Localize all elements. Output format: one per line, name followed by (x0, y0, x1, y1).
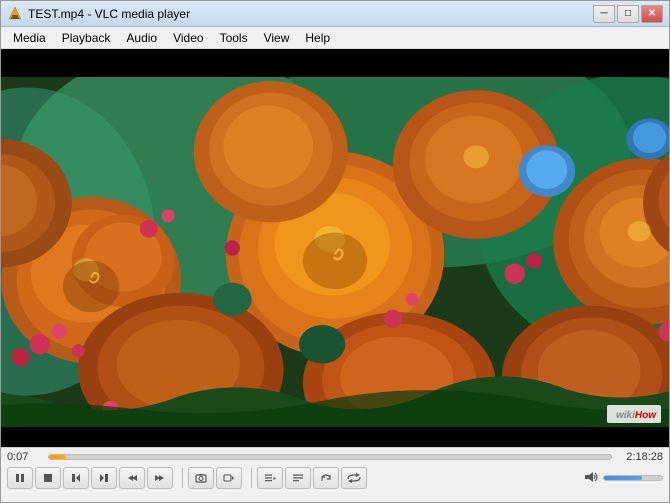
stop-button[interactable] (35, 467, 61, 489)
volume-icon[interactable] (584, 470, 600, 487)
progress-row: 0:07 2:18:28 (7, 451, 663, 463)
menu-bar: Media Playback Audio Video Tools View He… (1, 27, 669, 49)
transport-controls (7, 467, 173, 489)
pause-button[interactable] (7, 467, 33, 489)
window-title: TEST.mp4 - VLC media player (28, 7, 593, 21)
wikihow-text: wikiHow (616, 410, 656, 421)
separator-1 (182, 468, 183, 488)
menu-video[interactable]: Video (165, 29, 211, 47)
playlist-button[interactable] (257, 467, 283, 489)
snapshot-button[interactable] (188, 467, 214, 489)
window-controls: ─ □ ✕ (593, 5, 663, 23)
title-bar: TEST.mp4 - VLC media player ─ □ ✕ (1, 1, 669, 27)
menu-media[interactable]: Media (5, 29, 54, 47)
media-controls (188, 467, 242, 489)
extra-controls (257, 467, 367, 489)
video-area[interactable]: wikiHow (1, 49, 669, 447)
menu-playback[interactable]: Playback (54, 29, 119, 47)
loop-button[interactable] (341, 467, 367, 489)
progress-fill (49, 455, 66, 459)
total-time: 2:18:28 (618, 451, 663, 463)
separator-2 (251, 468, 252, 488)
vlc-window: TEST.mp4 - VLC media player ─ □ ✕ Media … (0, 0, 670, 503)
skip-back-button[interactable] (119, 467, 145, 489)
close-button[interactable]: ✕ (641, 5, 663, 23)
extended-button[interactable] (285, 467, 311, 489)
controls-bar: 0:07 2:18:28 (1, 447, 669, 502)
video-content (1, 49, 669, 447)
ab-repeat-button[interactable] (313, 467, 339, 489)
next-button[interactable] (91, 467, 117, 489)
skip-fwd-button[interactable] (147, 467, 173, 489)
buttons-row (7, 467, 663, 489)
volume-controls (584, 470, 663, 487)
video-frame (1, 49, 669, 447)
watermark: wikiHow (607, 405, 661, 423)
letterbox-bottom (1, 427, 669, 447)
record-button[interactable] (216, 467, 242, 489)
volume-bar[interactable] (603, 475, 663, 481)
minimize-button[interactable]: ─ (593, 5, 615, 23)
volume-fill (604, 476, 642, 480)
menu-tools[interactable]: Tools (212, 29, 256, 47)
restore-button[interactable]: □ (617, 5, 639, 23)
letterbox-top (1, 49, 669, 77)
current-time: 0:07 (7, 451, 42, 463)
vlc-icon (7, 6, 23, 22)
menu-audio[interactable]: Audio (118, 29, 165, 47)
progress-track[interactable] (48, 454, 612, 460)
menu-view[interactable]: View (256, 29, 298, 47)
prev-button[interactable] (63, 467, 89, 489)
menu-help[interactable]: Help (297, 29, 338, 47)
